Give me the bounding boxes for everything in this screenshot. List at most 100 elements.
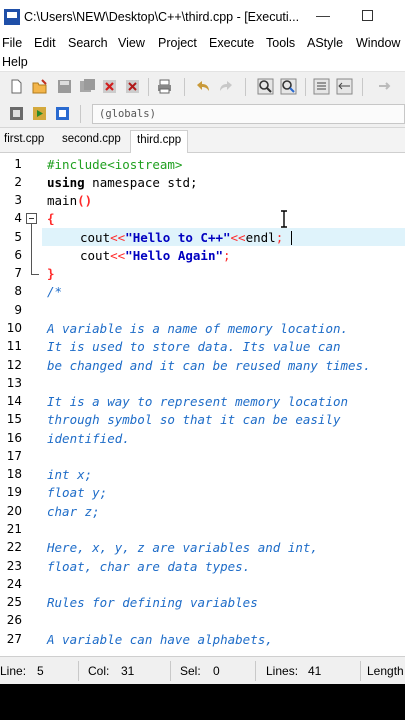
menu-window[interactable]: Window <box>356 36 400 50</box>
find-icon[interactable] <box>257 78 274 95</box>
line-number: 1 <box>14 157 22 171</box>
line-number: 25 <box>6 595 22 609</box>
line-number: 5 <box>14 230 22 244</box>
fold-guide-end <box>31 274 39 275</box>
new-file-icon[interactable] <box>8 78 25 95</box>
code-editor[interactable]: 1 2 3 4 5 6 7 8 9 10 11 12 13 14 15 16 1… <box>0 154 405 656</box>
status-bar: Line: 5 Col: 31 Sel: 0 Lines: 41 Length <box>0 656 405 684</box>
menu-help[interactable]: Help <box>2 55 28 69</box>
menu-search[interactable]: Search <box>68 36 108 50</box>
menu-edit[interactable]: Edit <box>34 36 56 50</box>
menu-view[interactable]: View <box>118 36 145 50</box>
code-line-8: /* <box>47 284 63 299</box>
operator-token: << <box>110 230 126 245</box>
close-file-icon[interactable] <box>101 78 118 95</box>
line-number: 13 <box>6 376 22 390</box>
keyword-token: using <box>47 175 85 190</box>
unindent-icon[interactable] <box>336 78 353 95</box>
code-token: main <box>47 193 78 208</box>
goto-icon[interactable] <box>376 78 393 95</box>
line-number: 10 <box>6 321 22 335</box>
line-number: 26 <box>6 613 22 627</box>
maximize-icon[interactable] <box>362 10 373 21</box>
status-line-value: 5 <box>37 664 44 678</box>
string-token: "Hello Again" <box>125 248 224 263</box>
comment-line: be changed and it can be reused many tim… <box>47 358 371 373</box>
operator-token: << <box>230 230 246 245</box>
toolbar-separator <box>80 105 81 123</box>
status-sel-label: Sel: <box>180 664 201 678</box>
open-file-icon[interactable] <box>31 78 48 95</box>
comment-line: Rules for defining variables <box>47 595 258 610</box>
compile-run-icon[interactable] <box>54 105 71 122</box>
close-all-icon[interactable] <box>124 78 141 95</box>
symbol-token: () <box>77 193 93 208</box>
save-all-icon[interactable] <box>79 78 96 95</box>
line-number: 11 <box>6 339 22 353</box>
line-number: 4 <box>14 211 22 225</box>
tab-third-cpp[interactable]: third.cpp <box>130 130 189 153</box>
toolbar-separator <box>245 78 246 96</box>
line-number: 9 <box>14 303 22 317</box>
menu-file[interactable]: File <box>2 36 22 50</box>
code-line-7: } <box>47 266 55 281</box>
comment-line: Here, x, y, z are variables and int, <box>47 540 318 555</box>
menu-execute[interactable]: Execute <box>209 36 254 50</box>
comment-line: char z; <box>47 504 100 519</box>
run-icon[interactable] <box>31 105 48 122</box>
comment-line: through symbol so that it can be easily <box>47 412 341 427</box>
line-number: 27 <box>6 632 22 646</box>
string-token: "Hello to C++" <box>125 230 231 245</box>
file-tabs: first.cpp second.cpp third.cpp <box>0 128 405 153</box>
save-icon[interactable] <box>56 78 73 95</box>
fold-collapse-icon[interactable] <box>26 213 37 224</box>
print-icon[interactable] <box>156 78 173 95</box>
line-number: 6 <box>14 248 22 262</box>
line-number: 15 <box>6 412 22 426</box>
operator-token: << <box>110 248 126 263</box>
menu-astyle[interactable]: AStyle <box>307 36 343 50</box>
comment-line: A variable can have alphabets, <box>47 632 273 647</box>
line-number: 19 <box>6 485 22 499</box>
devcpp-app-icon <box>4 8 20 25</box>
menu-tools[interactable]: Tools <box>266 36 295 50</box>
code-line-2: using namespace std; <box>47 175 198 190</box>
status-length-label: Length <box>367 664 404 678</box>
indent-icon[interactable] <box>313 78 330 95</box>
status-sel-value: 0 <box>213 664 220 678</box>
comment-line: int x; <box>47 467 93 482</box>
tab-first-cpp[interactable]: first.cpp <box>4 133 44 145</box>
line-number: 12 <box>6 358 22 372</box>
line-number: 3 <box>14 193 22 207</box>
tab-second-cpp[interactable]: second.cpp <box>62 133 121 145</box>
line-number-gutter: 1 2 3 4 5 6 7 8 9 10 11 12 13 14 15 16 1… <box>0 154 28 656</box>
code-token: cout <box>80 230 111 245</box>
status-col-value: 31 <box>121 664 135 678</box>
screen-bottom-bar <box>0 684 405 720</box>
title-bar: C:\Users\NEW\Desktop\C++\third.cpp - [Ex… <box>0 0 405 33</box>
ibeam-cursor-icon <box>281 210 287 228</box>
code-line-6: cout<<"Hello Again"; <box>80 248 231 263</box>
operator-token: ; <box>223 248 231 263</box>
comment-line: identified. <box>47 431 130 446</box>
scope-dropdown[interactable]: (globals) <box>92 104 405 124</box>
toolbar-separator <box>362 78 363 96</box>
line-number: 23 <box>6 559 22 573</box>
redo-icon[interactable] <box>218 78 235 95</box>
status-col-label: Col: <box>88 664 110 678</box>
comment-line: It is a way to represent memory location <box>47 394 349 409</box>
line-number: 21 <box>6 522 22 536</box>
comment-line: It is used to store data. Its value can <box>47 339 341 354</box>
text-caret <box>291 231 292 245</box>
toolbar-separator <box>184 78 185 96</box>
line-number: 18 <box>6 467 22 481</box>
status-separator <box>360 661 361 681</box>
code-line-5: cout<<"Hello to C++"<<endl; <box>80 230 283 245</box>
minimize-icon[interactable]: — <box>316 8 330 22</box>
replace-icon[interactable] <box>280 78 297 95</box>
menu-project[interactable]: Project <box>158 36 197 50</box>
compile-icon[interactable] <box>8 105 25 122</box>
undo-icon[interactable] <box>194 78 211 95</box>
main-toolbar <box>0 71 405 101</box>
line-number: 24 <box>6 577 22 591</box>
